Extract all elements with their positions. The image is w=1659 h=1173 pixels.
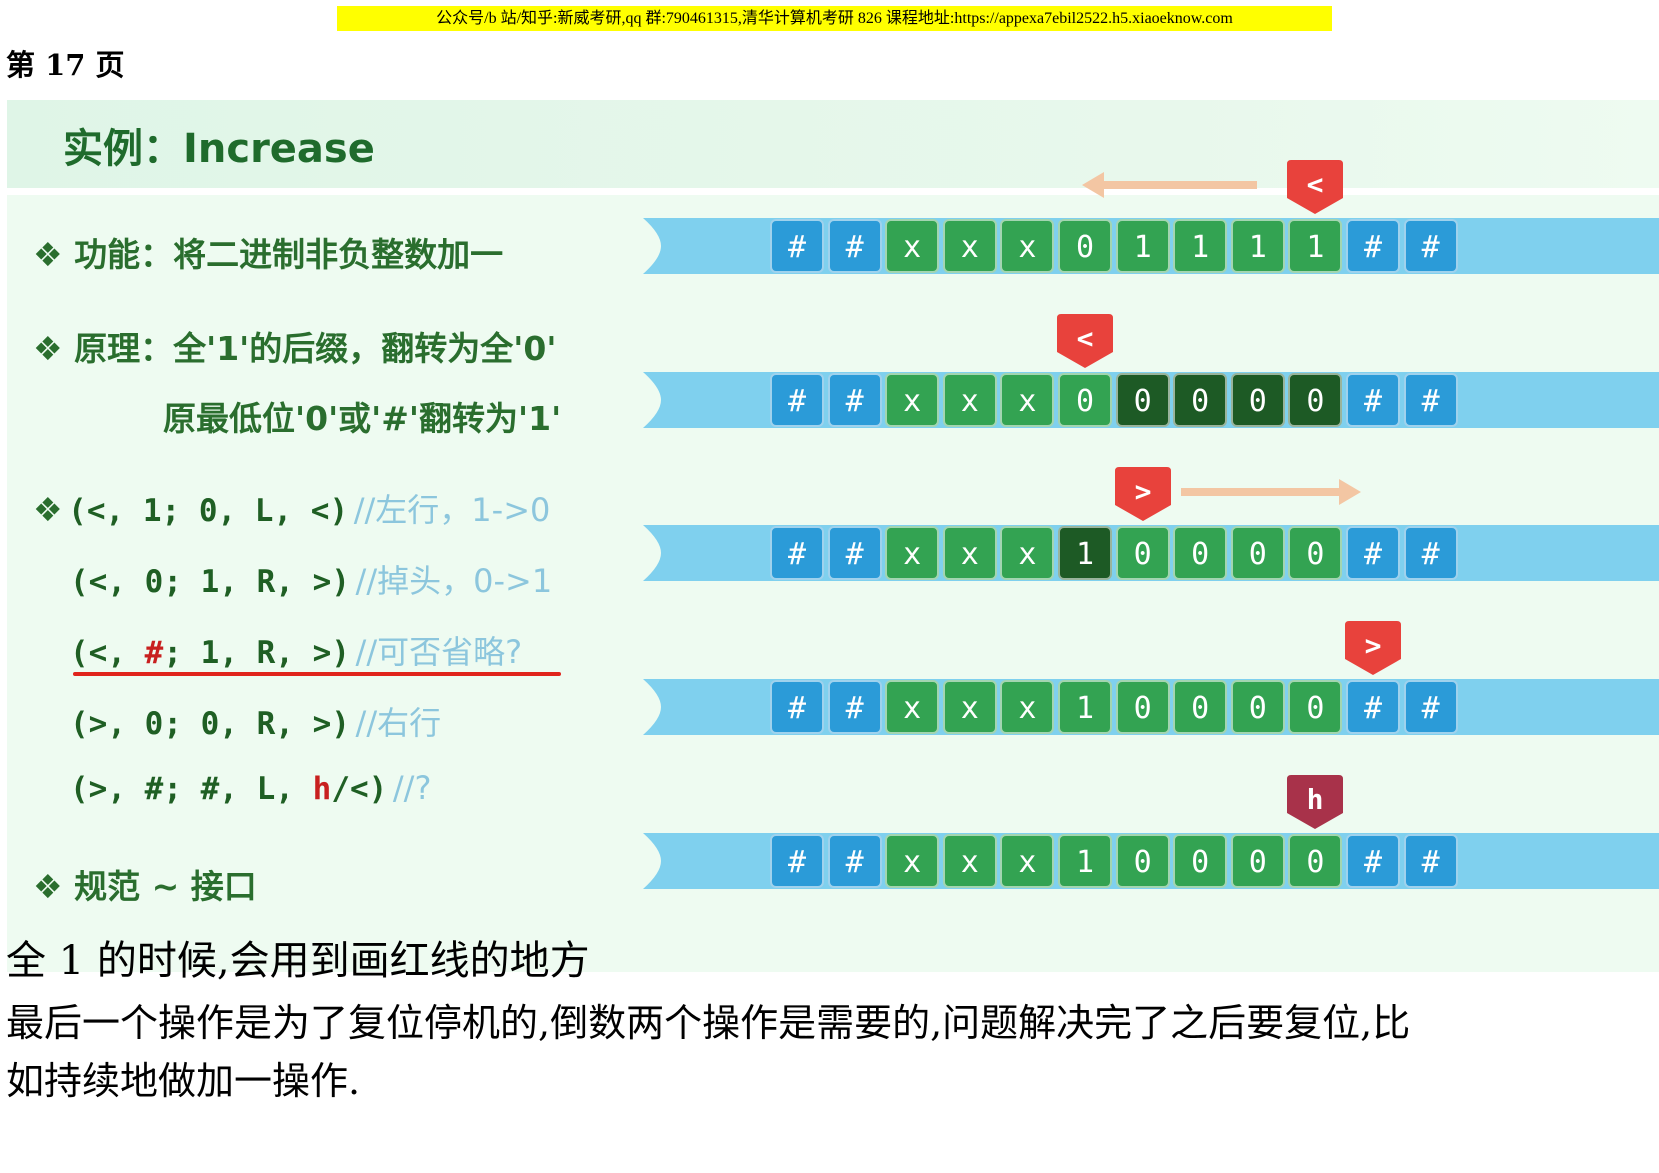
tape-cell: x: [885, 373, 940, 427]
tape-cell: 0: [1115, 680, 1170, 734]
bullet-icon: ❖: [33, 490, 63, 529]
tape-cell: 0: [1058, 219, 1112, 273]
tape-cell: #: [827, 373, 882, 427]
tape-cell: #: [1403, 526, 1458, 580]
tape-cell: 0: [1058, 373, 1112, 427]
tape-cell: x: [942, 219, 997, 273]
rule-line-4: (>, 0; 0, R, >) //右行: [70, 704, 442, 742]
header-banner: 公众号/b 站/知乎:新威考研,qq 群:790461315,清华计算机考研 8…: [337, 6, 1332, 31]
tape-cell: #: [1346, 526, 1400, 580]
tape-cell: x: [942, 526, 997, 580]
tape-cell: x: [942, 373, 997, 427]
note-line-2: 最后一个操作是为了复位停机的,倒数两个操作是需要的,问题解决完了之后要复位,比: [6, 1001, 1411, 1045]
tape-cell: #: [1403, 680, 1458, 734]
tape-1: # # x x x 0 1 1 1 1 # #: [637, 218, 1659, 274]
head-marker: <: [1287, 160, 1344, 214]
tape-cell: 1: [1230, 219, 1285, 273]
tape-cell: 0: [1288, 526, 1343, 580]
tape-5: # # x x x 1 0 0 0 0 # #: [637, 833, 1659, 889]
tape-cell: x: [885, 219, 940, 273]
tape-cell: 1: [1058, 680, 1112, 734]
tape-cell: 0: [1173, 373, 1228, 427]
tape-cell: #: [827, 680, 882, 734]
tape-cell: x: [1000, 526, 1055, 580]
page-number: 第 17 页: [6, 48, 125, 82]
tape-cell: #: [770, 680, 824, 734]
head-marker: >: [1114, 467, 1171, 521]
rule-line-3: (<, #; 1, R, >) //可否省略?: [70, 633, 523, 671]
tape-cell: 1: [1058, 526, 1112, 580]
tape-cell: #: [827, 526, 882, 580]
svg-text:<: <: [1307, 168, 1324, 201]
tape-cell: #: [1403, 834, 1458, 888]
slide-title: 实例：Increase: [63, 126, 375, 172]
tape-cell: 1: [1058, 834, 1112, 888]
spec-line: ❖ 规范 ~ 接口: [33, 867, 257, 906]
tape-cell: #: [770, 526, 824, 580]
svg-text:>: >: [1365, 629, 1382, 662]
tape-cell: 0: [1230, 373, 1285, 427]
principle-line-2: 原最低位'0'或'#'翻转为'1': [163, 399, 562, 438]
tape-cell: #: [770, 834, 824, 888]
tape-cell: x: [1000, 834, 1055, 888]
tape-4: # # x x x 1 0 0 0 0 # #: [637, 679, 1659, 735]
tape-cell: #: [1346, 373, 1400, 427]
svg-text:<: <: [1077, 322, 1094, 355]
tape-cell: 0: [1115, 834, 1170, 888]
svg-text:h: h: [1307, 783, 1324, 816]
tape-cell: #: [1403, 373, 1458, 427]
tape-cell: x: [1000, 680, 1055, 734]
rule-line-2: (<, 0; 1, R, >) //掉头，0->1: [70, 562, 553, 600]
tape-cell: 1: [1288, 219, 1343, 273]
note-line-3: 如持续地做加一操作.: [6, 1059, 361, 1103]
tape-cell: #: [1346, 680, 1400, 734]
tape-cell: x: [942, 680, 997, 734]
tape-cell: 0: [1173, 526, 1228, 580]
tape-cell: #: [770, 373, 824, 427]
tape-cell: 0: [1115, 373, 1170, 427]
function-line: ❖ 功能：将二进制非负整数加一: [33, 235, 504, 274]
tape-cell: 0: [1115, 526, 1170, 580]
bullet-icon: ❖: [33, 867, 63, 906]
tape-cell: 0: [1288, 680, 1343, 734]
tape-cell: 0: [1230, 526, 1285, 580]
tape-cell: #: [1403, 219, 1458, 273]
tape-cell: x: [885, 526, 940, 580]
tape-cell: 0: [1230, 834, 1285, 888]
tape-cell: 0: [1288, 834, 1343, 888]
tape-cell: 1: [1115, 219, 1170, 273]
halt-head-marker: h: [1287, 775, 1344, 829]
tape-cell: x: [942, 834, 997, 888]
principle-line-1: ❖ 原理：全'1'的后缀，翻转为全'0': [33, 329, 557, 368]
bullet-icon: ❖: [33, 235, 63, 274]
tape-cell: 0: [1288, 373, 1343, 427]
tape-cell: 0: [1173, 834, 1228, 888]
note-line-1: 全 1 的时候,会用到画红线的地方: [6, 938, 590, 984]
red-underline: [73, 672, 561, 676]
tape-cell: 1: [1173, 219, 1228, 273]
tape-3: # # x x x 1 0 0 0 0 # #: [637, 525, 1659, 581]
tape-cell: #: [827, 834, 882, 888]
tape-cell: #: [1346, 219, 1400, 273]
arrow-right-icon: [1180, 479, 1361, 505]
tape-cell: #: [827, 219, 882, 273]
tape-cell: x: [1000, 373, 1055, 427]
tape-cell: 0: [1173, 680, 1228, 734]
head-marker: >: [1345, 621, 1401, 675]
rule-line-5: (>, #; #, L, h/<) //?: [70, 769, 432, 807]
tape-cell: x: [1000, 219, 1055, 273]
tape-cell: #: [1346, 834, 1400, 888]
tape-cell: x: [885, 834, 940, 888]
tape-cell: x: [885, 680, 940, 734]
head-marker: <: [1057, 314, 1113, 368]
arrow-left-icon: [1082, 172, 1258, 198]
tape-2: # # x x x 0 0 0 0 0 # #: [637, 372, 1659, 428]
tape-cell: #: [770, 219, 824, 273]
rule-line-1: ❖ (<, 1; 0, L, <) //左行，1->0: [33, 490, 551, 529]
tape-cell: 0: [1230, 680, 1285, 734]
svg-text:>: >: [1134, 475, 1151, 508]
bullet-icon: ❖: [33, 329, 63, 368]
